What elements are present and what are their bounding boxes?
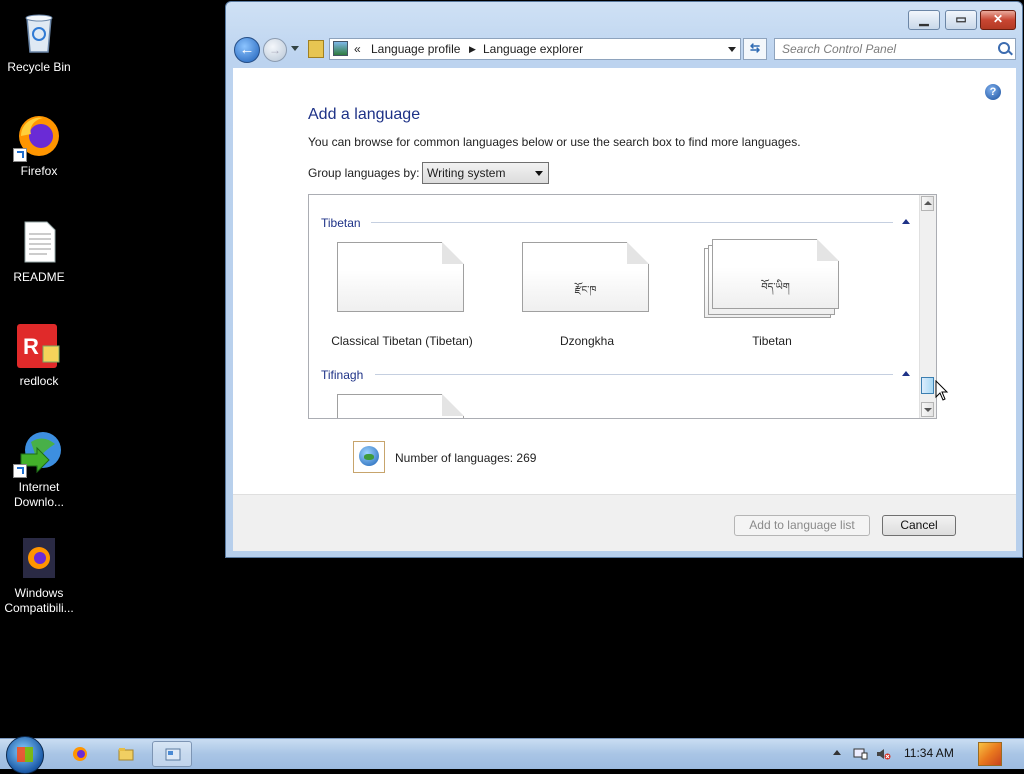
scroll-thumb[interactable] [921,377,934,394]
close-icon: ✕ [992,12,1004,26]
refresh-button[interactable]: ⇆ [743,38,767,60]
desktop-icon-readme[interactable]: README [0,218,78,285]
control-panel-icon [333,41,348,56]
vertical-scrollbar[interactable] [919,195,936,418]
maximize-button[interactable]: ▭ [945,10,977,30]
desktop-icon-label: Windows Compatibili... [4,586,74,615]
back-button[interactable]: ← [234,37,260,63]
minimize-icon: ▁ [919,12,929,26]
help-icon[interactable]: ? [985,84,1001,100]
language-sample-page: བོད་ཡིག [712,239,839,309]
language-name: Dzongkha [559,334,615,348]
notification-app-icon[interactable] [978,742,1002,766]
language-count: Number of languages: 269 [395,451,537,465]
language-sample-page-partial[interactable] [337,394,464,418]
up-level-icon[interactable] [308,40,324,58]
dialog-footer: Add to language list Cancel [233,494,1016,551]
scroll-up-icon [924,201,932,205]
address-bar[interactable]: « Language profile ▶ Language explorer [329,38,741,60]
breadcrumb-overflow[interactable]: « [354,42,361,56]
text-document-icon [15,218,63,266]
svg-text:R: R [23,334,39,359]
content-pane: ? Add a language You can browse for comm… [233,68,1016,494]
group-divider [371,222,893,223]
forward-button[interactable]: → [263,38,287,62]
control-panel-icon [165,748,181,761]
breadcrumb-language-profile[interactable]: Language profile [371,42,460,56]
mouse-cursor-icon [935,380,949,401]
collapse-group-icon[interactable] [902,219,910,224]
group-by-value: Writing system [427,166,506,180]
language-list[interactable]: Tibetan Classical Tibetan (Tibetan) རྫོང… [308,194,937,419]
collapse-group-icon[interactable] [902,371,910,376]
firefox-icon [73,747,87,761]
desktop-icon-internet-download-manager[interactable]: Internet Downlo... [0,428,78,510]
desktop-icon-label: Recycle Bin [7,60,71,74]
desktop-icon-label: Internet Downlo... [13,480,65,509]
desktop-icon-windows-compatibility[interactable]: Windows Compatibili... [0,534,78,616]
group-header-tibetan[interactable]: Tibetan [321,216,361,230]
back-arrow-icon: ← [239,41,255,58]
desktop-icon-firefox[interactable]: Firefox [0,112,78,179]
start-button[interactable] [6,736,44,774]
desktop-icon-label: Firefox [20,164,58,178]
chevron-down-icon [535,171,543,176]
search-icon[interactable] [998,42,1010,54]
group-divider [375,374,893,375]
language-sample-text: བོད་ཡིག [761,282,790,293]
minimize-button[interactable]: ▁ [908,10,940,30]
language-name: Classical Tibetan (Tibetan) [331,334,473,348]
language-sample-page [337,242,464,312]
desktop-icon-redlock[interactable]: R redlock [0,322,78,389]
forward-arrow-icon: → [269,43,281,57]
scroll-down-icon [924,408,932,412]
page-description: You can browse for common languages belo… [308,135,801,149]
maximize-icon: ▭ [955,12,967,26]
language-sample-page: རྫོང་ཁ [522,242,649,312]
firefox-shortcut-icon [15,534,63,582]
search-placeholder: Search Control Panel [782,42,897,56]
taskbar-clock[interactable]: 11:34 AM [904,746,954,760]
taskbar: 11:34 AM [0,736,1024,774]
recent-pages-dropdown[interactable] [291,46,299,51]
taskbar-control-panel-button[interactable] [152,741,192,767]
redlock-icon: R [15,322,63,370]
language-sample-text: རྫོང་ཁ [574,285,597,296]
cancel-button[interactable]: Cancel [882,515,956,536]
internet-download-manager-icon [13,428,63,478]
taskbar-firefox-button[interactable] [60,741,100,767]
group-header-tifinagh[interactable]: Tifinagh [321,368,363,382]
add-language-window: ▁ ▭ ✕ ← → « Language profile ▶ Language … [225,1,1023,558]
add-to-language-list-button[interactable]: Add to language list [734,515,870,536]
close-button[interactable]: ✕ [980,10,1016,30]
group-by-label: Group languages by: [308,166,420,180]
shortcut-arrow-icon [13,464,27,478]
breadcrumb-language-explorer[interactable]: Language explorer [483,42,583,56]
recycle-bin-icon [15,8,63,56]
volume-muted-icon[interactable] [876,747,891,761]
scroll-up-button[interactable] [921,196,934,211]
show-hidden-icons-button[interactable] [833,750,841,755]
refresh-icon: ⇆ [749,41,761,55]
globe-graphic [359,446,379,466]
breadcrumb-separator-icon[interactable]: ▶ [469,44,476,55]
page-title: Add a language [308,106,421,123]
scroll-down-button[interactable] [921,402,934,417]
desktop-icon-label: README [13,270,65,284]
action-center-icon[interactable] [853,747,868,761]
globe-icon [353,441,385,473]
search-input[interactable]: Search Control Panel [774,38,1016,60]
group-by-select[interactable]: Writing system [422,162,549,184]
address-dropdown-icon[interactable] [728,47,736,52]
shortcut-arrow-icon [13,148,27,162]
folder-icon [118,748,134,761]
desktop-icon-label: redlock [19,374,59,388]
taskbar-explorer-button[interactable] [106,741,146,767]
desktop-icon-recycle-bin[interactable]: Recycle Bin [0,8,78,75]
language-name: Tibetan [752,334,792,348]
firefox-icon [13,112,63,162]
